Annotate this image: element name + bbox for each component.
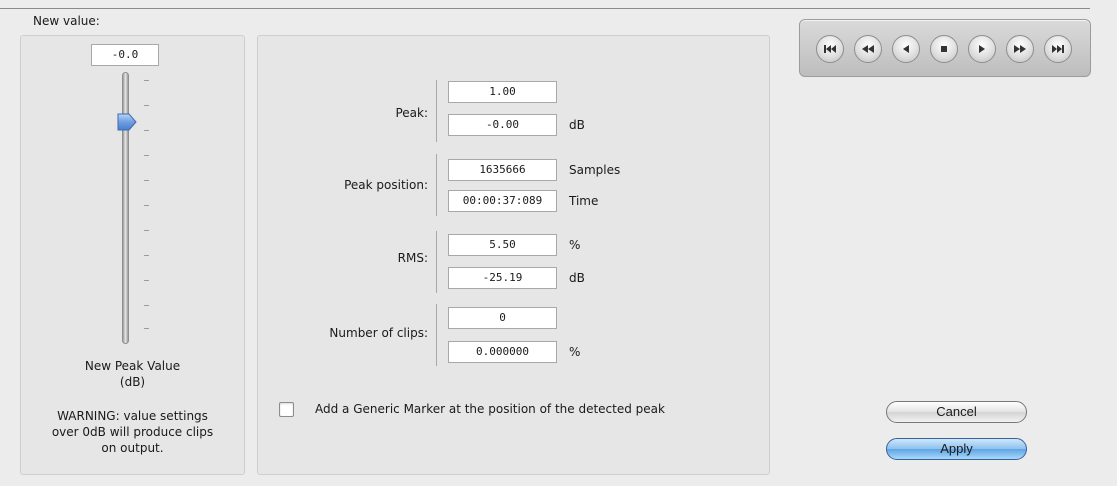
warning-line: on output. bbox=[101, 441, 164, 455]
rewind-icon bbox=[862, 45, 874, 53]
slider-tick bbox=[144, 205, 149, 206]
peak-label: Peak: bbox=[395, 106, 428, 120]
rms-label: RMS: bbox=[397, 251, 428, 265]
new-peak-value-unit: (dB) bbox=[119, 375, 146, 389]
peak-samples-field[interactable]: 1635666 bbox=[448, 159, 557, 181]
clips-percent-field[interactable]: 0.000000 bbox=[448, 341, 557, 363]
new-value-label: New value: bbox=[33, 14, 100, 28]
peak-db-field[interactable]: -0.00 bbox=[448, 114, 557, 136]
skip-to-end-icon bbox=[1052, 45, 1064, 53]
rms-percent-unit: % bbox=[569, 238, 581, 252]
warning-line: WARNING: value settings bbox=[57, 409, 208, 423]
peak-slider-thumb[interactable] bbox=[116, 111, 138, 133]
slider-tick bbox=[144, 130, 149, 131]
fast-forward-button[interactable] bbox=[1006, 35, 1034, 63]
slider-tick bbox=[144, 180, 149, 181]
peak-position-bracket bbox=[436, 154, 437, 216]
skip-to-start-icon bbox=[824, 45, 836, 53]
play-icon bbox=[979, 45, 985, 53]
generic-marker-label[interactable]: Add a Generic Marker at the position of … bbox=[315, 402, 665, 416]
stop-button[interactable] bbox=[930, 35, 958, 63]
transport-bar bbox=[799, 19, 1091, 77]
clips-percent-unit: % bbox=[569, 345, 581, 359]
play-button[interactable] bbox=[968, 35, 996, 63]
rms-db-field[interactable]: -25.19 bbox=[448, 267, 557, 289]
clips-bracket bbox=[436, 304, 437, 366]
new-peak-value-label: New Peak Value (dB) bbox=[21, 358, 244, 390]
time-unit: Time bbox=[569, 194, 599, 208]
slider-tick bbox=[144, 255, 149, 256]
fast-forward-icon bbox=[1014, 45, 1026, 53]
number-of-clips-label: Number of clips: bbox=[329, 326, 428, 340]
peak-linear-field[interactable]: 1.00 bbox=[448, 81, 557, 103]
slider-tick bbox=[144, 305, 149, 306]
play-backward-button[interactable] bbox=[892, 35, 920, 63]
generic-marker-checkbox[interactable] bbox=[279, 402, 294, 417]
stop-icon bbox=[941, 46, 947, 52]
play-backward-icon bbox=[903, 45, 909, 53]
cancel-button[interactable]: Cancel bbox=[886, 401, 1027, 423]
slider-tick bbox=[144, 155, 149, 156]
slider-tick bbox=[144, 230, 149, 231]
rms-percent-field[interactable]: 5.50 bbox=[448, 234, 557, 256]
slider-tick bbox=[144, 280, 149, 281]
clips-count-field[interactable]: 0 bbox=[448, 307, 557, 329]
slider-tick bbox=[144, 80, 149, 81]
skip-to-end-button[interactable] bbox=[1044, 35, 1072, 63]
rms-db-unit: dB bbox=[569, 271, 585, 285]
skip-to-start-button[interactable] bbox=[816, 35, 844, 63]
statistics-panel: Peak: 1.00 -0.00 dB Peak position: 16356… bbox=[257, 35, 770, 475]
window-top-edge bbox=[0, 0, 1090, 9]
new-value-field[interactable]: -0.0 bbox=[91, 44, 159, 66]
rms-bracket bbox=[436, 231, 437, 293]
slider-panel: -0.0 New Peak Value (dB) WARNING: value … bbox=[20, 35, 245, 475]
apply-button[interactable]: Apply bbox=[886, 438, 1027, 460]
peak-bracket bbox=[436, 80, 437, 142]
peak-time-field[interactable]: 00:00:37:089 bbox=[448, 190, 557, 212]
rewind-button[interactable] bbox=[854, 35, 882, 63]
new-peak-value-line: New Peak Value bbox=[84, 359, 181, 373]
peak-position-label: Peak position: bbox=[344, 178, 428, 192]
warning-line: over 0dB will produce clips bbox=[51, 425, 214, 439]
clip-warning: WARNING: value settings over 0dB will pr… bbox=[21, 408, 244, 456]
slider-tick bbox=[144, 328, 149, 329]
samples-unit: Samples bbox=[569, 163, 621, 177]
slider-tick bbox=[144, 105, 149, 106]
peak-db-unit: dB bbox=[569, 118, 585, 132]
